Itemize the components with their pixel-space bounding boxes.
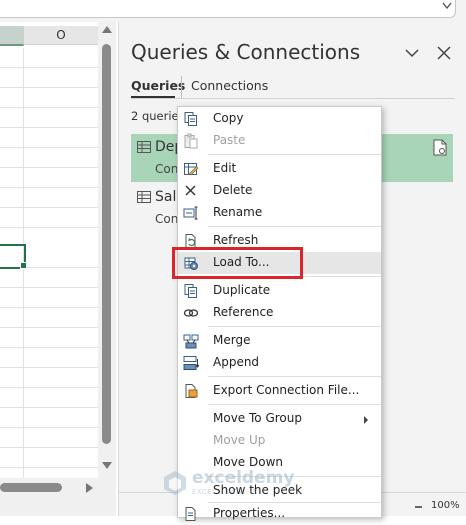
menu-item-label: Refresh <box>213 233 259 247</box>
grid-line <box>0 307 98 308</box>
menu-item-move-down[interactable]: Move Down <box>178 452 381 474</box>
pane-title: Queries & Connections <box>131 40 361 64</box>
menu-item-copy[interactable]: Copy <box>178 108 381 130</box>
grid-line <box>0 407 98 408</box>
menu-item-edit[interactable]: Edit <box>178 158 381 180</box>
query-status: Con <box>155 212 179 226</box>
tab-queries[interactable]: Queries <box>131 78 185 93</box>
menu-item-delete[interactable]: Delete <box>178 180 381 202</box>
menu-separator <box>208 404 381 405</box>
duplicate-icon <box>184 284 197 298</box>
submenu-arrow-icon <box>364 416 368 424</box>
worksheet-grid[interactable]: O <box>0 22 98 480</box>
menu-item-merge[interactable]: Merge <box>178 330 381 352</box>
menu-separator <box>208 154 381 155</box>
menu-item-export-connection[interactable]: Export Connection File... <box>178 380 381 402</box>
menu-separator <box>208 326 381 327</box>
menu-item-label: Rename <box>213 205 263 219</box>
menu-item-duplicate[interactable]: Duplicate <box>178 280 381 302</box>
grid-line <box>0 227 98 228</box>
properties-icon <box>185 507 196 521</box>
horizontal-scroll-thumb[interactable] <box>0 483 62 492</box>
scroll-up-arrow-icon[interactable] <box>102 26 112 33</box>
menu-item-show-peek[interactable]: Show the peek <box>178 480 381 502</box>
copy-icon <box>184 112 197 126</box>
menu-separator <box>208 376 381 377</box>
fill-handle[interactable] <box>20 262 27 269</box>
menu-item-label: Export Connection File... <box>213 383 360 397</box>
grid-line <box>0 347 98 348</box>
context-menu: Copy Paste Edit Delete Rename Refresh Lo… <box>177 106 382 521</box>
scroll-right-arrow-icon[interactable] <box>86 483 93 493</box>
tab-divider-line <box>131 98 455 99</box>
edit-icon <box>184 163 199 176</box>
vertical-scroll-thumb[interactable] <box>102 44 111 444</box>
menu-item-reference[interactable]: Reference <box>178 302 381 324</box>
grid-line <box>0 147 98 148</box>
grid-line <box>0 207 98 208</box>
menu-item-move-up: Move Up <box>178 430 381 452</box>
paste-icon <box>184 133 198 149</box>
grid-line <box>0 387 98 388</box>
menu-item-label: Show the peek <box>213 483 303 497</box>
grid-line <box>0 287 98 288</box>
highlight-annotation <box>172 247 303 279</box>
menu-item-label: Edit <box>213 161 237 175</box>
menu-item-properties[interactable]: Properties... <box>178 503 381 525</box>
formula-bar-input[interactable] <box>0 0 456 18</box>
table-icon <box>137 141 151 153</box>
grid-line <box>0 427 98 428</box>
menu-item-label: Duplicate <box>213 283 271 297</box>
pane-options-chevron-icon[interactable] <box>403 44 421 62</box>
grid-line <box>0 187 98 188</box>
column-header-n[interactable] <box>0 26 24 46</box>
tab-connections[interactable]: Connections <box>191 78 268 93</box>
grid-line <box>0 327 98 328</box>
menu-separator <box>208 476 381 477</box>
rename-icon <box>183 206 198 220</box>
query-status: Con <box>155 162 179 176</box>
tab-divider <box>181 76 182 98</box>
menu-item-label: Append <box>213 355 260 369</box>
menu-item-label: Delete <box>213 183 253 197</box>
menu-item-label: Properties... <box>213 506 286 520</box>
menu-separator <box>208 226 381 227</box>
menu-item-label: Move Down <box>213 455 283 469</box>
grid-line <box>0 167 98 168</box>
export-connection-icon <box>185 384 198 398</box>
column-header-o[interactable]: O <box>24 26 98 45</box>
grid-line <box>0 447 98 448</box>
menu-item-label: Paste <box>213 133 246 147</box>
document-refresh-icon <box>433 139 447 156</box>
grid-line <box>0 107 98 108</box>
horizontal-scrollbar[interactable] <box>0 478 116 516</box>
zoom-level[interactable]: 100% <box>431 500 460 511</box>
menu-item-move-to-group[interactable]: Move To Group <box>178 408 381 430</box>
scroll-down-arrow-icon[interactable] <box>102 462 112 469</box>
vertical-scrollbar[interactable] <box>98 22 116 480</box>
append-icon <box>183 356 199 370</box>
grid-line <box>0 367 98 368</box>
menu-item-label: Copy <box>213 111 244 125</box>
menu-item-label: Merge <box>213 333 251 347</box>
menu-item-label: Move Up <box>213 433 266 447</box>
grid-line <box>0 67 98 68</box>
merge-icon <box>183 334 199 349</box>
zoom-out-icon[interactable] <box>415 506 422 508</box>
delete-icon <box>185 185 196 196</box>
menu-item-label: Reference <box>213 305 274 319</box>
menu-item-paste: Paste <box>178 130 381 152</box>
reference-icon <box>183 309 199 317</box>
grid-line <box>0 467 98 468</box>
table-icon <box>137 191 151 203</box>
grid-line <box>0 127 98 128</box>
menu-item-append[interactable]: Append <box>178 352 381 374</box>
menu-item-rename[interactable]: Rename <box>178 202 381 224</box>
menu-item-label: Move To Group <box>213 411 302 425</box>
formula-bar-strip <box>0 0 466 22</box>
grid-line <box>0 87 98 88</box>
close-icon[interactable] <box>435 44 453 62</box>
chevron-down-icon[interactable] <box>442 0 452 12</box>
